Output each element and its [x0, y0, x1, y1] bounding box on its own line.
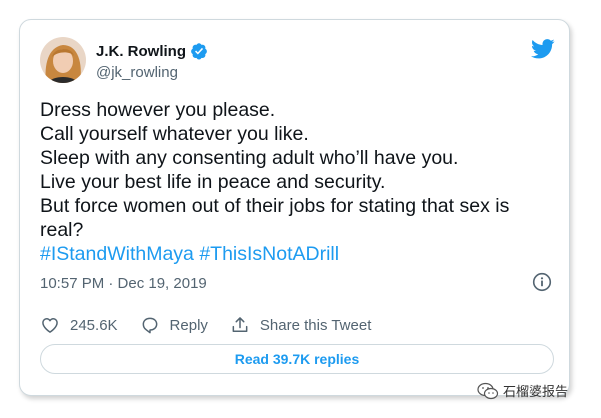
tweet-hashtags[interactable]: #IStandWithMaya #ThisIsNotADrill — [40, 242, 540, 266]
like-count: 245.6K — [70, 316, 118, 334]
tweet-line: Sleep with any consenting adult who’ll h… — [40, 147, 459, 169]
verified-badge-icon — [191, 43, 207, 60]
author-name[interactable]: J.K. Rowling — [96, 42, 208, 60]
tweet-line: real? — [40, 219, 84, 241]
like-button[interactable]: 245.6K — [40, 315, 118, 335]
tweet-line: Dress however you please. — [40, 99, 276, 121]
info-icon[interactable] — [532, 272, 552, 292]
heart-icon — [42, 318, 58, 333]
share-button[interactable]: Share this Tweet — [230, 315, 371, 335]
read-replies-button[interactable]: Read 39.7K replies — [40, 344, 554, 374]
reply-bubble-icon — [142, 317, 157, 334]
watermark: 石榴婆报告 — [477, 381, 568, 400]
tweet-actions: 245.6K Reply Share this Tweet — [40, 315, 393, 335]
reply-label: Reply — [169, 316, 208, 334]
author-name-label[interactable]: J.K. Rowling — [96, 43, 186, 60]
tweet-line: Call yourself whatever you like. — [40, 123, 309, 145]
share-icon — [232, 317, 248, 332]
author-handle[interactable]: @jk_rowling — [96, 64, 178, 81]
tweet-card: J.K. Rowling @jk_rowling Dress however y… — [19, 19, 570, 396]
tweet-line: Live your best life in peace and securit… — [40, 171, 386, 193]
tweet-timestamp[interactable]: 10:57 PM · Dec 19, 2019 — [40, 275, 207, 292]
watermark-text: 石榴婆报告 — [503, 384, 569, 399]
wechat-icon — [477, 382, 499, 399]
twitter-bird-icon[interactable] — [531, 39, 555, 59]
tweet-line: But force women out of their jobs for st… — [40, 195, 510, 217]
reply-button[interactable]: Reply — [140, 315, 208, 335]
share-label: Share this Tweet — [259, 316, 372, 334]
avatar[interactable] — [40, 37, 86, 83]
tweet-text: Dress however you please. Call yourself … — [40, 98, 540, 266]
